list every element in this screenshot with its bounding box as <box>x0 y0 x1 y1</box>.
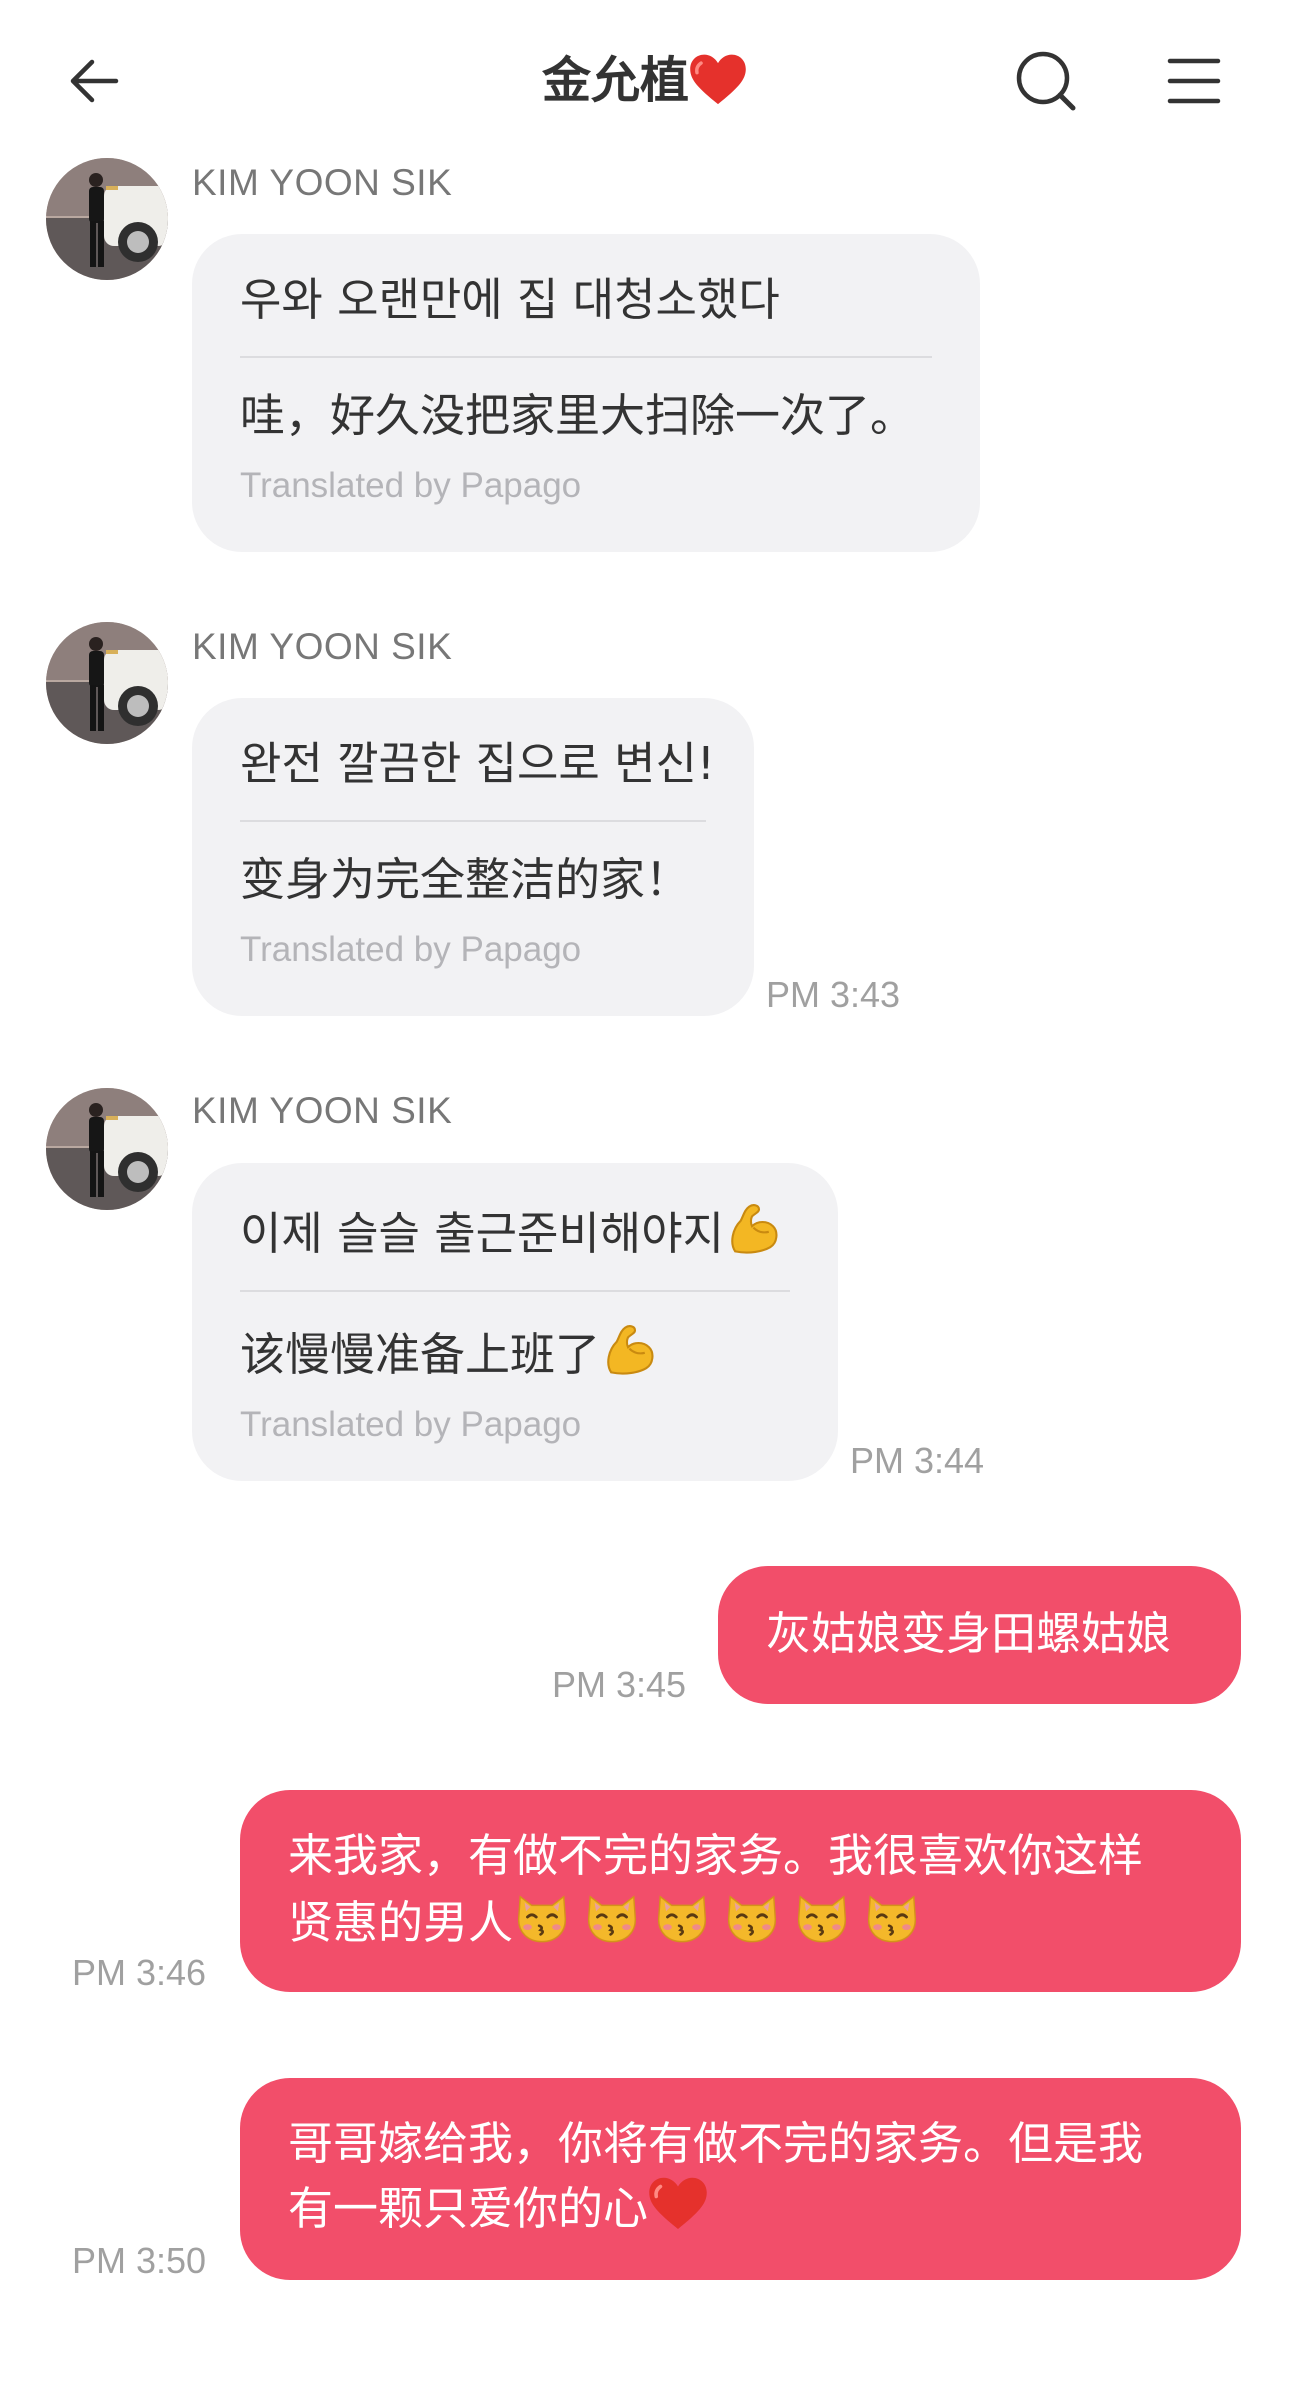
flexed-biceps-icon <box>724 1201 780 1257</box>
outgoing-message-line: 贤惠的男人 <box>288 1888 1241 1955</box>
outgoing-message-text: 贤惠的男人 <box>288 1896 514 1949</box>
kissing-cat-icon <box>863 1888 921 1946</box>
search-icon[interactable] <box>1010 45 1082 117</box>
chat-title: 金允植 <box>0 48 1289 114</box>
translated-text: 该慢慢准备上班了 <box>240 1322 790 1383</box>
message-timestamp: PM 3:46 <box>72 1952 207 1993</box>
sender-name: KIM YOON SIK <box>192 626 453 667</box>
kissing-cat-icon <box>653 1888 711 1946</box>
outgoing-message-line: 有一颗只爱你的心 <box>288 2176 1241 2241</box>
outgoing-message-bubble[interactable]: 灰姑娘变身田螺姑娘 <box>718 1566 1241 1704</box>
translated-by-label: Translated by Papago <box>240 1405 582 1444</box>
kissing-cat-icon <box>723 1888 781 1946</box>
chat-header: 金允植 <box>0 0 1289 160</box>
outgoing-message-text: 灰姑娘变身田螺姑娘 <box>766 1607 1172 1660</box>
original-text: 완전 깔끔한 집으로 변신! <box>240 737 715 790</box>
translation-divider <box>240 820 706 822</box>
original-text: 이제 슬슬 출근준비해야지 <box>240 1201 790 1262</box>
outgoing-message-line: 来我家，有做不完的家务。我很喜欢你这样 <box>288 1829 1144 1882</box>
outgoing-message-text: 有一颗只爱你的心 <box>288 2182 649 2235</box>
translated-text: 变身为完全整洁的家！ <box>240 853 691 906</box>
translation-divider <box>240 356 932 358</box>
chat-title-text: 金允植 <box>541 52 689 109</box>
incoming-message-bubble[interactable]: 우와 오랜만에 집 대청소했다 哇，好久没把家里大扫除一次了。 Translat… <box>192 234 980 552</box>
heart-icon <box>689 53 747 107</box>
kissing-cat-icon <box>513 1888 571 1946</box>
outgoing-message-line: 哥哥嫁给我，你将有做不完的家务。但是我 <box>288 2117 1144 2170</box>
translated-by-label: Translated by Papago <box>240 466 582 505</box>
original-text-content: 이제 슬슬 출근준비해야지 <box>240 1207 725 1260</box>
kissing-cat-icon <box>793 1888 851 1946</box>
avatar[interactable] <box>46 158 168 280</box>
kissing-cat-icon <box>583 1888 641 1946</box>
translation-divider <box>240 1290 790 1292</box>
message-timestamp: PM 3:50 <box>72 2240 207 2281</box>
incoming-message-bubble[interactable]: 이제 슬슬 출근준비해야지 该慢慢准备上班了 Translated by Pap… <box>192 1163 838 1481</box>
flexed-biceps-icon <box>600 1322 656 1378</box>
translated-by-label: Translated by Papago <box>240 930 582 969</box>
original-text: 우와 오랜만에 집 대청소했다 <box>240 273 780 326</box>
outgoing-message-bubble[interactable]: 哥哥嫁给我，你将有做不完的家务。但是我 有一颗只爱你的心 <box>240 2078 1241 2280</box>
avatar[interactable] <box>46 1088 168 1210</box>
sender-name: KIM YOON SIK <box>192 1090 453 1131</box>
message-timestamp: PM 3:44 <box>850 1440 985 1481</box>
translated-text: 哇，好久没把家里大扫除一次了。 <box>240 389 916 442</box>
menu-icon[interactable] <box>1158 45 1230 117</box>
message-timestamp: PM 3:43 <box>766 974 901 1015</box>
avatar[interactable] <box>46 622 168 744</box>
outgoing-message-bubble[interactable]: 来我家，有做不完的家务。我很喜欢你这样 贤惠的男人 <box>240 1790 1241 1992</box>
translated-text-content: 该慢慢准备上班了 <box>240 1328 601 1381</box>
sender-name: KIM YOON SIK <box>192 162 453 203</box>
message-timestamp: PM 3:45 <box>552 1664 687 1705</box>
heart-icon <box>648 2176 708 2232</box>
incoming-message-bubble[interactable]: 완전 깔끔한 집으로 변신! 变身为完全整洁的家！ Translated by … <box>192 698 754 1016</box>
